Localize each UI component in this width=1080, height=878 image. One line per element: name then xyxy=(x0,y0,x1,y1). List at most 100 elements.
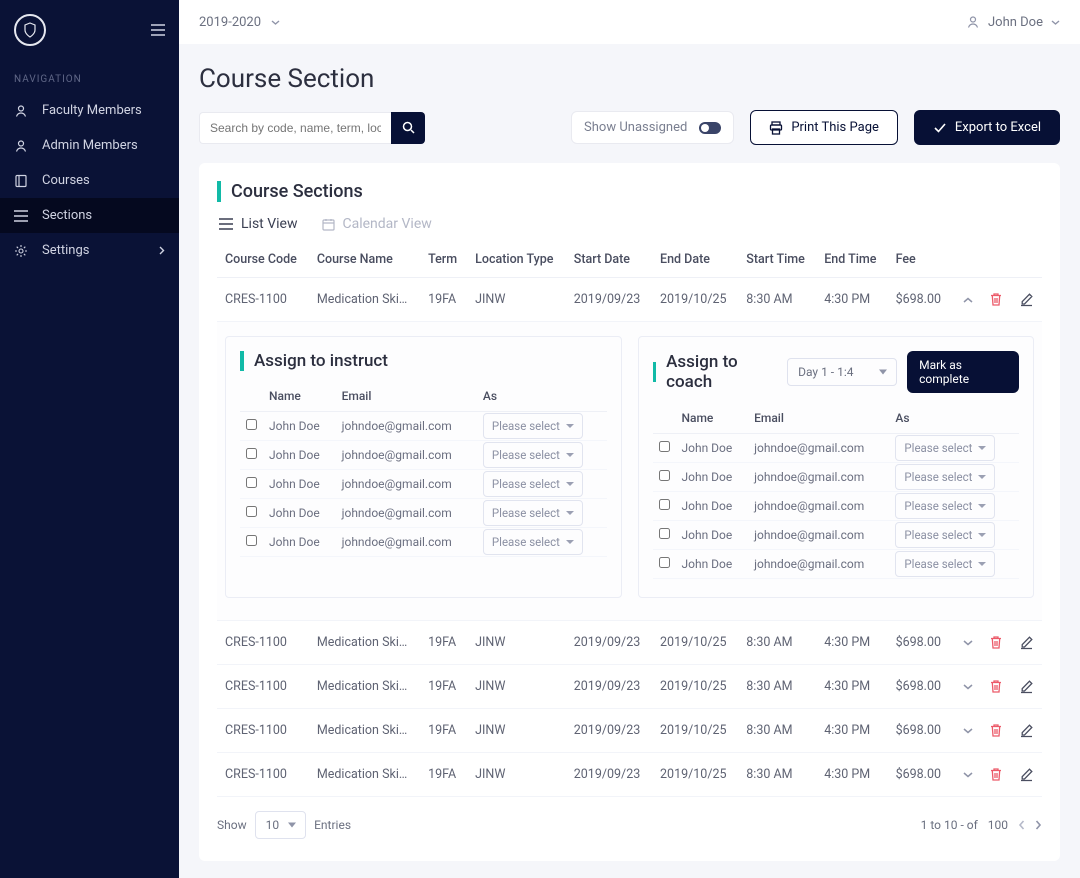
row-edit-button[interactable] xyxy=(1019,635,1034,650)
user-menu[interactable]: John Doe xyxy=(966,15,1060,30)
sidebar-item-label: Courses xyxy=(42,173,90,188)
cell-fee: $698.00 xyxy=(888,621,952,665)
page-title: Course Section xyxy=(199,64,1060,94)
assign-role-select[interactable]: Please select xyxy=(895,522,995,548)
assign-role-select[interactable]: Please select xyxy=(895,464,995,490)
th-end-date[interactable]: End Date xyxy=(652,242,738,278)
assign-row: John Doejohndoe@gmail.comPlease select xyxy=(240,528,607,557)
assign-checkbox[interactable] xyxy=(246,506,257,517)
row-delete-button[interactable] xyxy=(989,679,1003,694)
tab-list-view[interactable]: List View xyxy=(219,216,298,232)
th-code[interactable]: Course Code xyxy=(217,242,309,278)
row-delete-button[interactable] xyxy=(989,767,1003,782)
panel-title: Assign to coach xyxy=(666,352,777,392)
card-title: Course Sections xyxy=(231,181,363,202)
cell-name: Medication Ski… xyxy=(309,753,420,797)
th-location[interactable]: Location Type xyxy=(467,242,566,278)
row-edit-button[interactable] xyxy=(1019,723,1034,738)
cell-end_time: 4:30 PM xyxy=(816,621,887,665)
assign-role-select[interactable]: Please select xyxy=(895,551,995,577)
assign-role-select[interactable]: Please select xyxy=(895,493,995,519)
pagination-next[interactable] xyxy=(1035,820,1042,830)
sidebar-item-settings[interactable]: Settings xyxy=(0,233,179,268)
assign-checkbox[interactable] xyxy=(246,535,257,546)
th-as: As xyxy=(477,381,607,412)
year-label: 2019-2020 xyxy=(199,15,261,30)
assign-checkbox[interactable] xyxy=(246,448,257,459)
assign-email: johndoe@gmail.com xyxy=(748,521,889,550)
row-edit-button[interactable] xyxy=(1019,679,1034,694)
sidebar-item-courses[interactable]: Courses xyxy=(0,163,179,198)
pagination-prev[interactable] xyxy=(1018,820,1025,830)
assign-name: John Doe xyxy=(263,470,336,499)
assign-checkbox[interactable] xyxy=(659,470,670,481)
cell-code: CRES-1100 xyxy=(217,753,309,797)
print-page-button[interactable]: Print This Page xyxy=(750,110,898,145)
row-expand-toggle[interactable] xyxy=(963,772,973,778)
day-selector[interactable]: Day 1 - 1:4 xyxy=(787,358,897,386)
cell-end_date: 2019/10/25 xyxy=(652,665,738,709)
assign-name: John Doe xyxy=(676,492,749,521)
mark-complete-button[interactable]: Mark as complete xyxy=(907,351,1019,393)
row-edit-button[interactable] xyxy=(1019,767,1034,782)
th-start-time[interactable]: Start Time xyxy=(738,242,816,278)
search-input[interactable] xyxy=(199,112,391,144)
assign-email: johndoe@gmail.com xyxy=(748,492,889,521)
assign-role-select[interactable]: Please select xyxy=(895,435,995,461)
book-icon xyxy=(14,174,28,188)
cell-term: 19FA xyxy=(420,665,467,709)
assign-checkbox[interactable] xyxy=(659,499,670,510)
assign-email: johndoe@gmail.com xyxy=(336,470,477,499)
assign-checkbox[interactable] xyxy=(246,419,257,430)
row-delete-button[interactable] xyxy=(989,635,1003,650)
page-size-select[interactable]: 10 xyxy=(255,811,307,839)
assign-checkbox[interactable] xyxy=(659,557,670,568)
tab-calendar-view[interactable]: Calendar View xyxy=(322,216,432,232)
row-expand-toggle[interactable] xyxy=(963,684,973,690)
sidebar-item-admin-members[interactable]: Admin Members xyxy=(0,128,179,163)
accent-bar xyxy=(653,362,657,382)
sidebar-item-sections[interactable]: Sections xyxy=(0,198,179,233)
row-delete-button[interactable] xyxy=(989,292,1003,307)
cell-end_time: 4:30 PM xyxy=(816,665,887,709)
table-row: CRES-1100Medication Ski…19FAJINW2019/09/… xyxy=(217,621,1042,665)
row-expand-toggle[interactable] xyxy=(963,297,973,303)
export-excel-button[interactable]: Export to Excel xyxy=(914,110,1060,145)
assign-role-select[interactable]: Please select xyxy=(483,413,583,439)
show-unassigned-toggle[interactable]: Show Unassigned xyxy=(571,111,734,144)
row-expand-toggle[interactable] xyxy=(963,640,973,646)
assign-row: John Doejohndoe@gmail.comPlease select xyxy=(653,434,1020,463)
nav-collapse-button[interactable] xyxy=(151,24,165,36)
search-button[interactable] xyxy=(391,112,425,144)
th-fee[interactable]: Fee xyxy=(888,242,952,278)
row-delete-button[interactable] xyxy=(989,723,1003,738)
th-name[interactable]: Course Name xyxy=(309,242,420,278)
row-expand-toggle[interactable] xyxy=(963,728,973,734)
assign-coach-panel: Assign to coach Day 1 - 1:4 Mark as comple… xyxy=(638,336,1035,598)
sidebar: NAVIGATION Faculty MembersAdmin MembersC… xyxy=(0,0,179,878)
assign-checkbox[interactable] xyxy=(659,528,670,539)
cell-fee: $698.00 xyxy=(888,665,952,709)
row-edit-button[interactable] xyxy=(1019,292,1034,307)
sidebar-item-label: Admin Members xyxy=(42,138,138,153)
list-icon xyxy=(14,209,28,223)
assign-role-select[interactable]: Please select xyxy=(483,471,583,497)
assign-checkbox[interactable] xyxy=(246,477,257,488)
sidebar-item-faculty-members[interactable]: Faculty Members xyxy=(0,93,179,128)
assign-checkbox[interactable] xyxy=(659,441,670,452)
assign-email: johndoe@gmail.com xyxy=(748,550,889,579)
cell-location: JINW xyxy=(467,665,566,709)
th-start-date[interactable]: Start Date xyxy=(566,242,652,278)
assign-role-select[interactable]: Please select xyxy=(483,500,583,526)
th-term[interactable]: Term xyxy=(420,242,467,278)
calendar-icon xyxy=(322,218,335,231)
assign-name: John Doe xyxy=(263,441,336,470)
assign-role-select[interactable]: Please select xyxy=(483,442,583,468)
year-selector[interactable]: 2019-2020 xyxy=(199,15,280,30)
row-actions xyxy=(960,292,1034,307)
th-end-time[interactable]: End Time xyxy=(816,242,887,278)
tab-list-label: List View xyxy=(241,216,298,232)
assign-role-select[interactable]: Please select xyxy=(483,529,583,555)
accent-bar xyxy=(240,351,244,371)
toolbar: Show Unassigned Print This Page Export t… xyxy=(199,110,1060,145)
